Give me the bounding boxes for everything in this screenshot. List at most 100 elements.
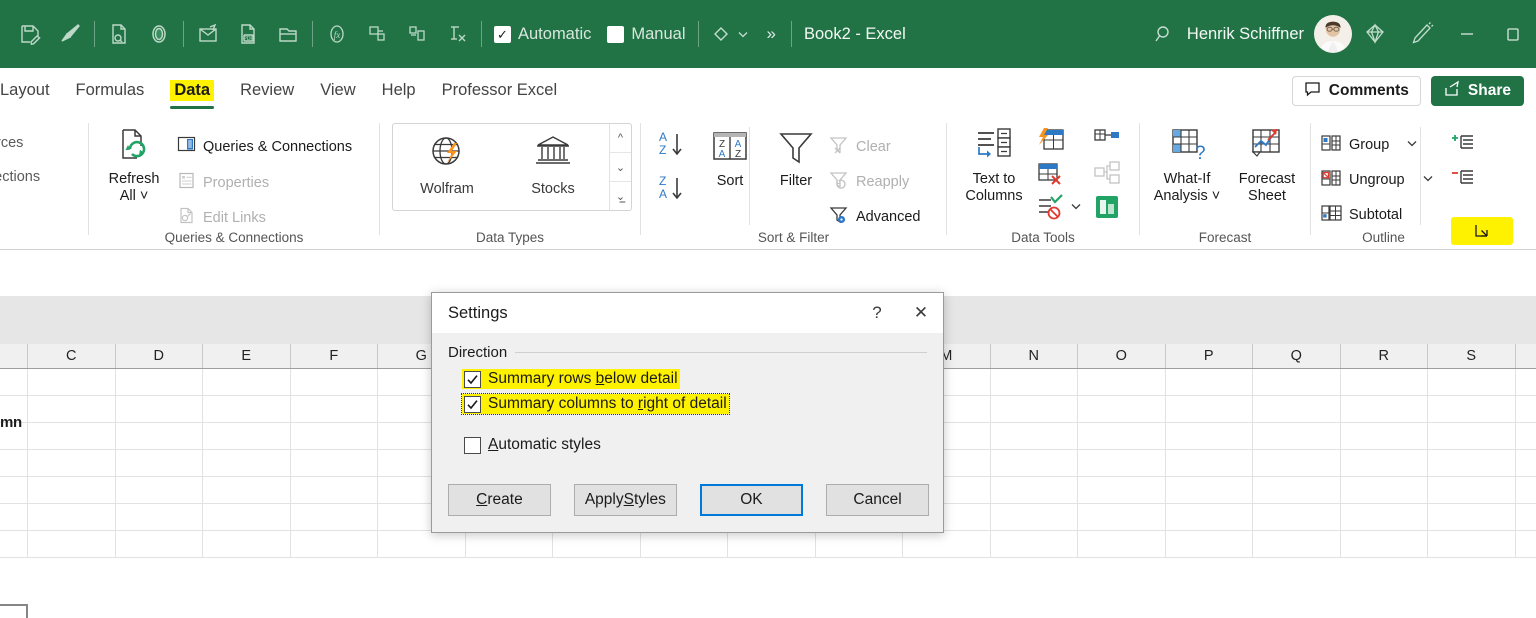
- grid-cell[interactable]: [991, 504, 1078, 530]
- flash-fill-button[interactable]: [1035, 125, 1065, 160]
- grid-cell[interactable]: [1078, 423, 1166, 449]
- tab-professor-excel[interactable]: Professor Excel: [429, 68, 571, 113]
- grid-cell[interactable]: [0, 369, 28, 395]
- grid-cell[interactable]: [1166, 369, 1253, 395]
- sort-za-button[interactable]: Z A: [653, 171, 689, 212]
- column-header-Q[interactable]: Q: [1253, 344, 1341, 368]
- grid-cell[interactable]: [991, 450, 1078, 476]
- grid-cell[interactable]: [1078, 369, 1166, 395]
- grid-cell[interactable]: [291, 369, 378, 395]
- qat-more-commands-button[interactable]: »: [755, 24, 787, 44]
- grid-cell[interactable]: [1428, 477, 1516, 503]
- gallery-scroll-buttons[interactable]: ^ ⌄ ⌄̲: [609, 124, 631, 210]
- grid-cell[interactable]: [1078, 477, 1166, 503]
- search-icon[interactable]: [1141, 11, 1187, 57]
- cancel-button[interactable]: Cancel: [826, 484, 929, 516]
- data-type-wolfram[interactable]: Wolfram: [397, 131, 497, 197]
- scroll-up-icon[interactable]: ^: [610, 124, 631, 153]
- grid-cell[interactable]: [0, 450, 28, 476]
- show-detail-button[interactable]: [1451, 133, 1475, 158]
- grid-cell[interactable]: [291, 477, 378, 503]
- close-icon[interactable]: ✕: [899, 293, 943, 333]
- scroll-down-icon[interactable]: ⌄: [610, 153, 631, 182]
- text-to-columns-button[interactable]: Text to Columns: [953, 125, 1035, 205]
- grid-cell[interactable]: [1253, 396, 1341, 422]
- grid-cell[interactable]: [116, 396, 203, 422]
- column-header-partial[interactable]: [0, 344, 28, 368]
- chevron-down-icon[interactable]: [1406, 137, 1418, 153]
- grid-cell[interactable]: [203, 369, 291, 395]
- settings-dialog[interactable]: Settings ? ✕ Direction Summary rows belo…: [431, 292, 944, 533]
- group-button[interactable]: Group: [1321, 133, 1418, 157]
- relationships-button[interactable]: [1093, 125, 1121, 158]
- tab-review[interactable]: Review: [227, 68, 307, 113]
- grid-cell[interactable]: [203, 450, 291, 476]
- grid-cell[interactable]: [1166, 531, 1253, 557]
- minimize-button[interactable]: [1444, 0, 1490, 68]
- grid-cell[interactable]: [1341, 369, 1428, 395]
- comments-button[interactable]: Comments: [1291, 75, 1421, 106]
- grid-cell[interactable]: [116, 450, 203, 476]
- grid-cell[interactable]: [1428, 369, 1516, 395]
- avatar[interactable]: [1314, 15, 1352, 53]
- grid-cell[interactable]: [1428, 531, 1516, 557]
- grid-cell[interactable]: [116, 477, 203, 503]
- column-header-S[interactable]: S: [1428, 344, 1516, 368]
- grid-cell[interactable]: [291, 450, 378, 476]
- grid-cell[interactable]: [116, 504, 203, 530]
- grid-cell[interactable]: [28, 504, 116, 530]
- advanced-filter-button[interactable]: Advanced: [829, 205, 921, 229]
- grid-cell[interactable]: [28, 477, 116, 503]
- grid-cell[interactable]: [116, 369, 203, 395]
- grid-cell[interactable]: [1341, 423, 1428, 449]
- email-icon[interactable]: [188, 14, 228, 54]
- grid-cell[interactable]: [1166, 477, 1253, 503]
- hide-detail-button[interactable]: [1451, 168, 1475, 193]
- grid-cell[interactable]: [1341, 504, 1428, 530]
- grid-cell[interactable]: [28, 531, 116, 557]
- grid-cell[interactable]: [991, 531, 1078, 557]
- grid-cell[interactable]: [1341, 450, 1428, 476]
- grid-cell[interactable]: [466, 531, 553, 557]
- grid-cell[interactable]: [1166, 423, 1253, 449]
- diamond-premium-icon[interactable]: [1352, 11, 1398, 57]
- share-button[interactable]: Share: [1430, 75, 1524, 106]
- checkbox-summary-rows-below-detail[interactable]: Summary rows below detail: [462, 369, 680, 389]
- grid-cell[interactable]: [291, 396, 378, 422]
- merge-cells-icon[interactable]: [357, 14, 397, 54]
- help-icon[interactable]: ?: [855, 293, 899, 333]
- grid-cell[interactable]: [903, 531, 991, 557]
- grid-cell[interactable]: [728, 531, 816, 557]
- calc-mode-automatic[interactable]: ✓ Automatic: [486, 14, 599, 54]
- grid-cell[interactable]: [1166, 396, 1253, 422]
- grid-cell[interactable]: [1341, 396, 1428, 422]
- grid-cell[interactable]: [291, 423, 378, 449]
- ok-button[interactable]: OK: [699, 484, 804, 516]
- grid-cell[interactable]: [1253, 450, 1341, 476]
- what-if-analysis-button[interactable]: ? What-If Analysis ˅: [1146, 125, 1228, 205]
- outline-dialog-launcher[interactable]: [1471, 221, 1493, 241]
- record-macro-icon[interactable]: [139, 14, 179, 54]
- refresh-all-button[interactable]: Refresh All ˅: [97, 125, 171, 205]
- grid-cell[interactable]: [1428, 504, 1516, 530]
- grid-cell[interactable]: [1253, 504, 1341, 530]
- grid-cell[interactable]: [378, 531, 466, 557]
- grid-cell[interactable]: [1253, 531, 1341, 557]
- grid-cell[interactable]: [203, 531, 291, 557]
- insert-function-icon[interactable]: fx: [317, 14, 357, 54]
- grid-cell[interactable]: [1078, 450, 1166, 476]
- grid-cell[interactable]: [28, 423, 116, 449]
- chevron-down-icon[interactable]: [1422, 172, 1434, 188]
- grid-cell[interactable]: [1341, 477, 1428, 503]
- save-icon[interactable]: [10, 14, 50, 54]
- grid-cell[interactable]: [0, 531, 28, 557]
- data-validation-button[interactable]: [1035, 193, 1082, 223]
- checkbox-automatic-styles[interactable]: Automatic styles: [462, 435, 603, 455]
- column-header-R[interactable]: R: [1341, 344, 1428, 368]
- grid-cell[interactable]: [991, 423, 1078, 449]
- create-button[interactable]: Create: [448, 484, 551, 516]
- pen-ink-icon[interactable]: [1398, 11, 1444, 57]
- grid-cell[interactable]: [28, 450, 116, 476]
- grid-cell[interactable]: [1078, 504, 1166, 530]
- sort-button[interactable]: Z A A Z Sort: [693, 127, 767, 190]
